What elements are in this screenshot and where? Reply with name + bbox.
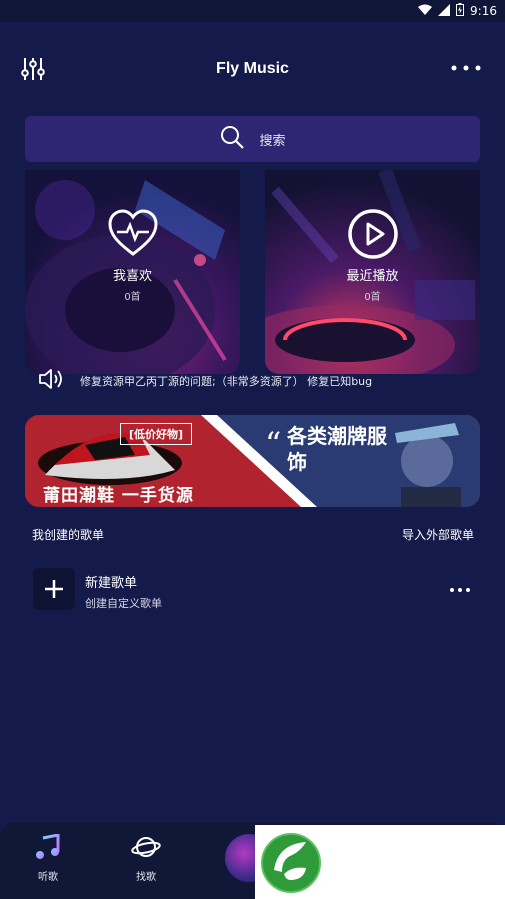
planet-icon: [131, 837, 161, 864]
recent-card[interactable]: 最近播放 0首: [265, 170, 480, 374]
status-bar: 9:16: [0, 0, 505, 22]
speaker-icon: [38, 367, 66, 395]
playlist-section-header: 我创建的歌单 导入外部歌单: [32, 526, 474, 543]
banner-title: 各类潮牌服饰: [287, 424, 387, 474]
new-playlist-row[interactable]: 新建歌单 创建自定义歌单: [33, 568, 475, 612]
music-note-icon: [34, 833, 62, 864]
signal-icon: [438, 3, 451, 19]
banner-tag: [低价好物]: [120, 423, 193, 445]
recent-title: 最近播放: [346, 269, 399, 284]
svg-text:“: “: [265, 425, 281, 463]
favorites-card[interactable]: 我喜欢 0首: [25, 170, 240, 374]
notice-bar[interactable]: 修复资源甲乙丙丁源的问题;（非常多资源了） 修复已知bug: [38, 368, 372, 394]
favorites-title: 我喜欢: [112, 269, 152, 284]
more-options-icon[interactable]: [449, 58, 483, 78]
notice-text: 修复资源甲乙丙丁源的问题;（非常多资源了） 修复已知bug: [80, 375, 373, 388]
new-playlist-name: 新建歌单: [85, 576, 138, 591]
play-circle-icon: [347, 208, 399, 260]
search-label: 搜索: [259, 133, 286, 149]
banner-headline: 莆田潮鞋 一手货源: [43, 486, 194, 506]
recent-count: 0首: [364, 292, 381, 303]
banner-ad[interactable]: “ [低价好物] 莆田潮鞋 一手货源 各类潮牌服饰: [25, 415, 480, 507]
app-title: Fly Music: [216, 60, 289, 77]
search-bar[interactable]: 搜索: [25, 116, 480, 162]
plus-icon: [45, 580, 63, 598]
nav-discover[interactable]: 找歌: [121, 834, 171, 883]
nav-listen[interactable]: 听歌: [23, 833, 73, 883]
search-icon: [219, 124, 245, 154]
my-playlists-label: 我创建的歌单: [32, 528, 105, 542]
heart-pulse-icon: [107, 208, 159, 260]
nav-discover-label: 找歌: [136, 872, 156, 883]
add-playlist-button[interactable]: [33, 568, 75, 610]
overlay-panel: [255, 825, 505, 899]
nav-listen-label: 听歌: [38, 872, 58, 883]
battery-icon: [456, 3, 465, 19]
new-playlist-subtitle: 创建自定义歌单: [85, 597, 162, 610]
wifi-icon: [418, 4, 433, 19]
playlist-more-icon[interactable]: [449, 582, 471, 596]
leaf-logo-icon: [260, 830, 322, 894]
app-header: Fly Music: [0, 48, 505, 92]
import-playlists-link[interactable]: 导入外部歌单: [402, 526, 474, 543]
status-time: 9:16: [470, 4, 497, 18]
favorites-count: 0首: [124, 292, 141, 303]
